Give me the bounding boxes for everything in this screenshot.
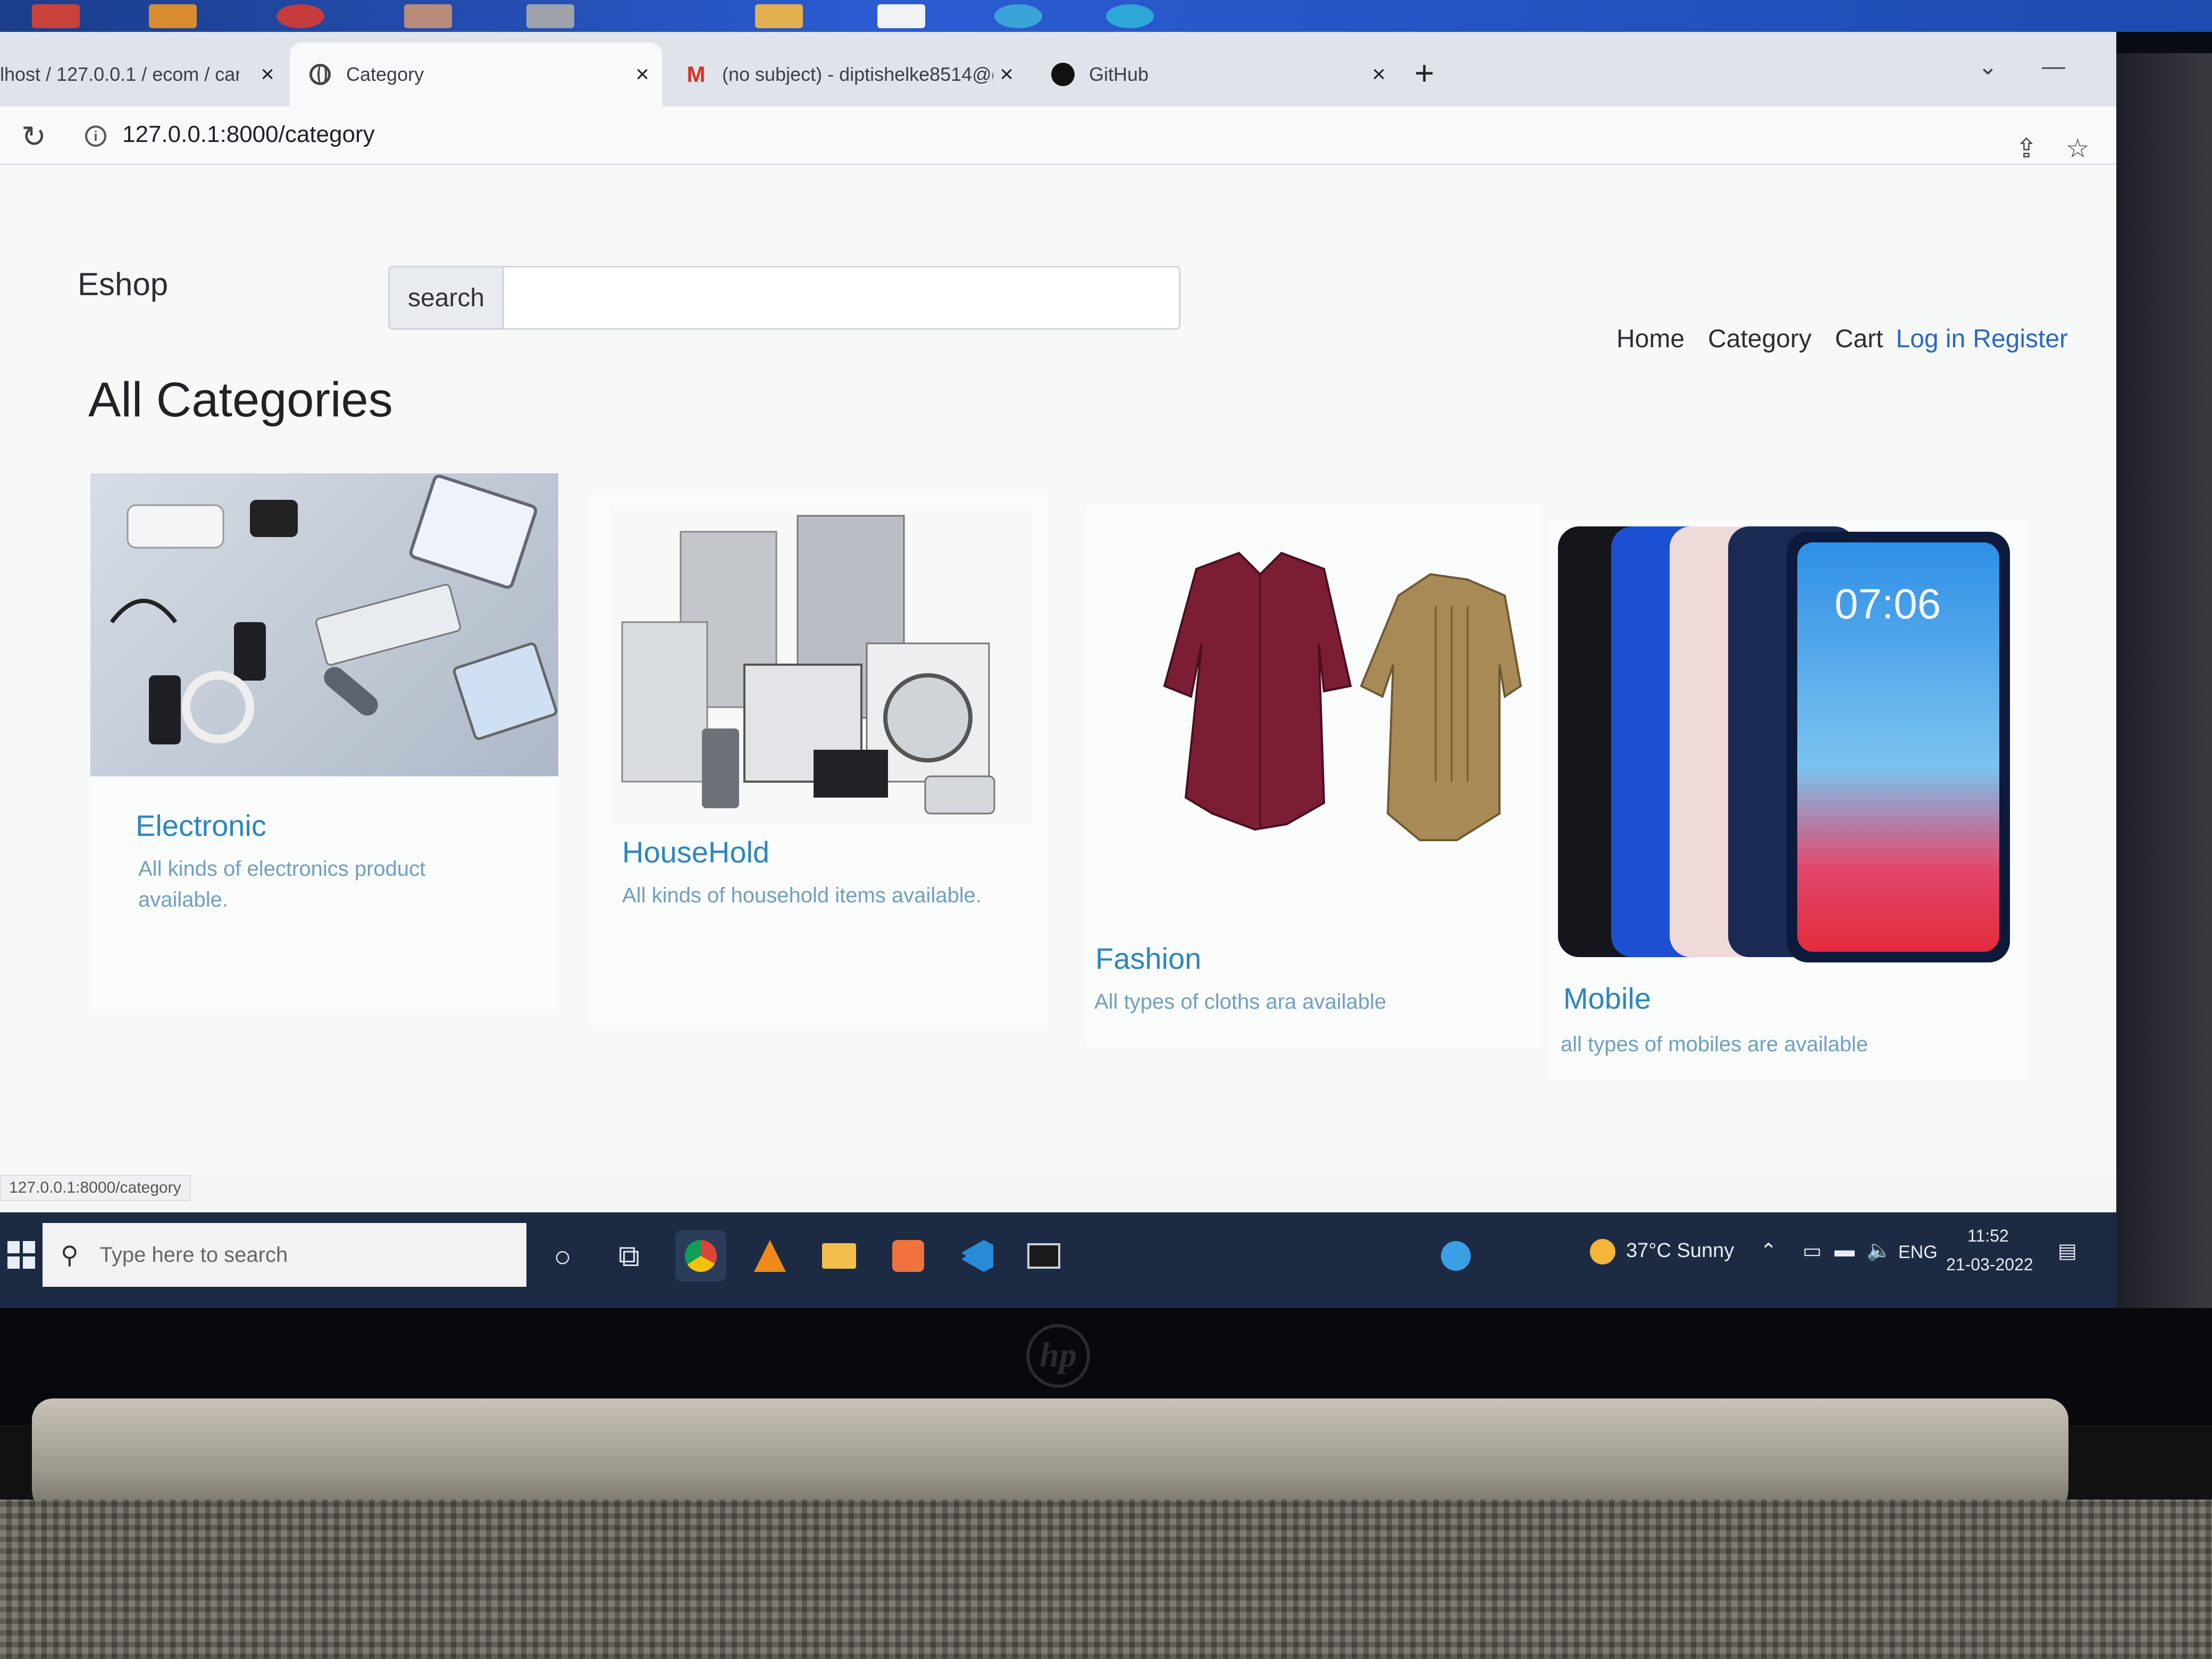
desktop-shortcut-icon [526,4,574,28]
xampp-icon[interactable] [883,1230,934,1281]
tab-label: lhost / 127.0.0.1 / ecom / car [0,63,239,85]
tab-close-icon[interactable]: × [1000,61,1013,88]
tab-label: (no subject) - diptishelke8514@g [722,63,993,85]
tab-label: GitHub [1089,63,1149,85]
desktop-shortcut-icon [1106,4,1154,28]
laptop-screen: lhost / 127.0.0.1 / ecom / car × Categor… [0,32,2116,1308]
globe-icon [308,62,332,87]
gmail-icon: M [686,62,706,87]
category-description: All kinds of electronics product availab… [138,857,426,911]
weather-widget[interactable]: 37°C Sunny [1590,1239,1734,1264]
category-title[interactable]: Mobile [1563,981,1651,1016]
search-icon: ⚲ [61,1241,79,1269]
desktop-shortcut-icon [994,4,1042,28]
minimize-icon[interactable]: — [2042,53,2065,80]
desktop-shortcut-icon [149,4,197,28]
electronics-image[interactable] [90,473,558,776]
browser-tab-strip: lhost / 127.0.0.1 / ecom / car × Categor… [0,32,2116,106]
phone-clock-time: 07:06 [1834,580,1941,627]
hp-logo: hp [1026,1324,1090,1388]
category-description: all types of mobiles are available [1561,1033,1869,1056]
address-bar[interactable]: 127.0.0.1:8000/category [122,121,375,148]
chrome-icon[interactable] [675,1230,726,1281]
language-indicator[interactable]: ENG [1898,1242,1938,1263]
windows-start-icon[interactable] [0,1234,43,1276]
category-card[interactable]: HouseHold All kinds of household items a… [590,495,1048,1026]
nav-cart[interactable]: Cart [1835,324,1883,354]
site-brand[interactable]: Eshop [78,266,168,303]
task-view-icon[interactable]: ⧉ [604,1230,655,1281]
category-card[interactable]: 07:06 Mobile all types of mobiles are av… [1547,521,2026,1079]
desktop-shortcut-icon [276,4,324,28]
category-card[interactable]: Fashion All types of cloths ara availabl… [1085,505,1542,1048]
cortana-icon[interactable]: ○ [537,1230,588,1281]
tray-network-icon[interactable]: ▭ [1803,1239,1822,1263]
mobile-image[interactable]: 07:06 [1547,521,2026,973]
nav-register[interactable]: Register [1973,324,2068,354]
vscode-icon[interactable] [952,1230,1003,1281]
category-title[interactable]: Fashion [1095,941,1201,976]
help-icon[interactable] [1430,1230,1481,1281]
search-label: search [390,267,504,328]
main-nav: Home Category Cart Log in Register [1616,324,2068,354]
taskbar-search-box[interactable]: ⚲ Type here to search [43,1223,526,1287]
tray-battery-icon[interactable]: ▬ [1834,1239,1855,1262]
household-image[interactable] [611,505,1032,824]
windows-taskbar: ⚲ Type here to search ○ ⧉ 37°C Sunny ⌃ ▭… [0,1212,2116,1308]
reload-icon[interactable]: ↻ [21,119,46,154]
share-icon[interactable]: ⇪ [2015,133,2038,164]
nav-category[interactable]: Category [1708,324,1812,354]
tray-chevron-icon[interactable]: ⌃ [1760,1239,1777,1263]
tab-close-icon[interactable]: × [635,61,649,88]
search-group: search [388,266,1180,330]
address-bar-row: ↻ i 127.0.0.1:8000/category [0,106,2116,165]
tab-label: Category [346,63,424,85]
tab-close-icon[interactable]: × [1372,61,1386,88]
vlc-icon[interactable] [744,1230,795,1281]
nav-login[interactable]: Log in [1896,324,1966,354]
tab-search-chevron-icon[interactable]: ⌄ [1978,53,1998,80]
desktop-shortcut-icon [877,4,925,28]
category-description: All types of cloths ara available [1094,990,1387,1013]
tab-github[interactable]: GitHub × [1042,43,1398,106]
search-input[interactable] [504,267,1179,328]
taskbar-search-placeholder: Type here to search [99,1243,288,1267]
clock-date[interactable]: 21-03-2022 [1946,1255,2033,1275]
clock-time[interactable]: 11:52 [1967,1226,2009,1246]
bookmark-star-icon[interactable]: ☆ [2066,133,2090,164]
laptop-bezel-right [2116,53,2212,1382]
desktop-shortcut-icon [404,4,452,28]
desktop-shortcut-icon [755,4,803,28]
tab-category[interactable]: Category × [290,43,662,106]
nav-home[interactable]: Home [1616,324,1685,354]
desktop-background-strip [0,0,2212,32]
fashion-image[interactable] [1085,526,1542,867]
file-explorer-icon[interactable] [814,1230,865,1281]
tab-phpmyadmin[interactable]: lhost / 127.0.0.1 / ecom / car × [0,43,287,106]
sun-icon [1590,1239,1615,1264]
category-description: All kinds of household items available. [622,884,982,907]
desktop-shortcut-icon [32,4,80,28]
tab-close-icon[interactable]: × [261,61,274,88]
new-tab-button[interactable]: + [1414,53,1434,93]
github-icon [1051,62,1075,87]
category-title[interactable]: HouseHold [622,835,769,869]
link-status-bubble: 127.0.0.1:8000/category [0,1175,190,1201]
terminal-icon[interactable] [1018,1230,1069,1281]
site-info-icon[interactable]: i [85,125,106,147]
web-page: Eshop search Home Category Cart Log in R… [0,165,2116,1175]
page-title: All Categories [88,373,393,427]
category-title[interactable]: Electronic [136,808,266,843]
laptop-keyboard-deck [0,1499,2212,1659]
weather-text: 37°C Sunny [1626,1239,1735,1262]
notification-icon[interactable]: ▤ [2058,1239,2077,1263]
tray-volume-icon[interactable]: 🔈 [1866,1239,1891,1262]
tab-gmail[interactable]: M (no subject) - diptishelke8514@g × [675,43,1026,106]
category-card[interactable]: Electronic All kinds of electronics prod… [90,473,558,1010]
